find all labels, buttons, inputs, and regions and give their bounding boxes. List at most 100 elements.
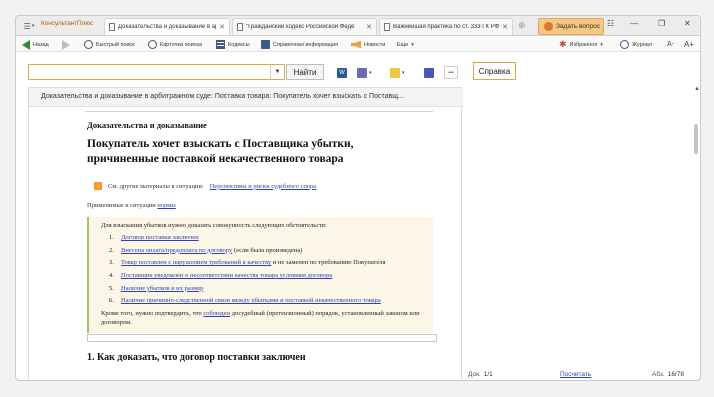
item-rest: и не заменен по требованию Покупателя xyxy=(271,259,386,267)
item-number: 6. xyxy=(109,297,114,305)
maximize-icon[interactable]: ❐ xyxy=(658,19,665,28)
item-link[interactable]: Договор поставки заключен xyxy=(121,234,199,241)
title-line-2: причиненные поставкой некачественного то… xyxy=(87,153,344,165)
list-item: 3. Товар поставлен с нарушением требовани… xyxy=(109,257,425,270)
item-number: 4. xyxy=(109,272,114,280)
tab-title: Важнейшая практика по ст. 333 ГК РФ xyxy=(393,24,500,30)
norms-link[interactable]: нормы xyxy=(157,202,175,209)
tab-document-1[interactable]: Доказательства и доказывание в арбитр ✕ xyxy=(104,18,230,35)
paragraph-counter-label: Абз. xyxy=(652,371,665,378)
help-button[interactable]: Справка xyxy=(473,62,516,80)
see-also-link[interactable]: Перспективы и риски судебного спора xyxy=(210,183,317,190)
item-link[interactable]: Наличие причинно-следственной связи межд… xyxy=(121,297,381,304)
font-decrease-button[interactable]: A- xyxy=(667,39,674,50)
document-icon xyxy=(109,23,115,31)
news-label: Новости xyxy=(364,41,386,48)
document-icon xyxy=(237,23,243,31)
search-card-button[interactable]: Карточка поиска xyxy=(148,39,202,50)
tab-document-3[interactable]: Важнейшая практика по ст. 333 ГК РФ ✕ xyxy=(379,18,513,35)
print-icon xyxy=(357,67,367,78)
quick-search-button[interactable]: Быстрый поиск xyxy=(84,39,135,50)
tab-title: "Гражданский кодекс Российской Феде xyxy=(246,24,355,30)
item-number: 5. xyxy=(109,284,114,292)
item-number: 1. xyxy=(109,234,114,241)
bookmark-icon xyxy=(390,67,400,78)
item-link[interactable]: Товар поставлен с нарушением требований … xyxy=(121,259,271,266)
main-menu-button[interactable]: ☰ ▾ xyxy=(19,19,39,33)
scroll-up-icon[interactable]: ▲ xyxy=(694,86,700,92)
search-history-dropdown[interactable]: ▼ xyxy=(270,64,285,80)
codes-icon xyxy=(216,40,225,49)
list-item: 1. Договор поставки заключен xyxy=(109,232,425,245)
more-label: Еще xyxy=(397,41,409,48)
item-link[interactable]: Поставщик уведомлен о несоответствии кач… xyxy=(121,272,332,279)
callout-intro: Для взыскания убытков нужно доказать сов… xyxy=(101,222,327,229)
minimize-icon[interactable]: — xyxy=(630,19,638,28)
close-icon[interactable]: ✕ xyxy=(366,23,372,31)
item-link[interactable]: Наличие убытков и их размер xyxy=(121,285,203,292)
document-icon xyxy=(384,23,390,31)
avatar-icon xyxy=(544,22,553,31)
back-arrow-icon xyxy=(22,39,30,50)
title-line-1: Покупатель хочет взыскать с Поставщика у… xyxy=(87,138,354,150)
ask-question-button[interactable]: Задать вопрос xyxy=(538,18,604,35)
item-link[interactable]: Внесена оплата/предоплата по договору xyxy=(121,247,232,254)
close-icon[interactable]: ✕ xyxy=(219,23,225,31)
word-export-button[interactable]: W xyxy=(337,66,347,79)
document-body: Доказательства и доказывание Покупатель … xyxy=(87,120,437,363)
megaphone-icon xyxy=(351,40,361,49)
app-logo[interactable]: КонсультантПлюс xyxy=(41,20,93,27)
comment-button[interactable] xyxy=(424,66,434,79)
word-icon: W xyxy=(337,67,347,78)
document-title: Покупатель хочет взыскать с Поставщика у… xyxy=(87,137,437,167)
doc-counter-value: 1/1 xyxy=(483,371,493,378)
reference-info-button[interactable]: Справочная информация xyxy=(261,39,338,50)
scrollbar-thumb[interactable] xyxy=(694,124,698,154)
more-button[interactable]: Еще ▾ xyxy=(397,39,414,50)
print-button[interactable]: ▾ xyxy=(357,66,372,79)
doc-counter: Док. 1/1 xyxy=(468,369,493,380)
font-increase-button[interactable]: A+ xyxy=(684,39,694,50)
news-button[interactable]: Новости xyxy=(351,39,385,50)
section-divider xyxy=(87,334,437,343)
quick-search-label: Быстрый поиск xyxy=(96,41,135,48)
arrow-right-icon: › xyxy=(94,182,102,190)
forward-arrow-icon xyxy=(62,39,70,50)
chevron-down-icon: ▾ xyxy=(31,23,35,29)
tab-strip: ☰ ▾ КонсультантПлюс Доказательства и дока… xyxy=(16,16,700,36)
item-rest: (если была произведена) xyxy=(232,246,303,254)
applied-norms: Применимые к ситуации нормы xyxy=(87,202,437,209)
find-button[interactable]: Найти xyxy=(286,64,324,80)
ask-question-label: Задать вопрос xyxy=(556,23,600,30)
chevron-down-icon: ▾ xyxy=(600,41,603,48)
back-button[interactable]: Назад xyxy=(22,39,49,50)
new-tab-icon[interactable]: ⊕ xyxy=(518,20,526,31)
settings-lines-icon[interactable]: ☷ xyxy=(607,19,614,28)
window-close-icon[interactable]: ✕ xyxy=(684,19,691,28)
favorites-button[interactable]: ✱ Избранное ▾ xyxy=(559,39,603,50)
pretrial-prefix: Кроме того, нужно подтвердить, что xyxy=(101,310,202,318)
forward-button[interactable] xyxy=(62,39,70,50)
reference-book-icon xyxy=(261,40,270,49)
chevron-down-icon: ▾ xyxy=(411,41,414,48)
search-input[interactable] xyxy=(28,64,285,80)
codes-button[interactable]: Кодексы xyxy=(216,39,250,50)
close-icon[interactable]: ✕ xyxy=(502,23,508,31)
heading-1: 1. Как доказать, что договор поставки за… xyxy=(87,352,306,364)
evidence-callout: Для взыскания убытков нужно доказать сов… xyxy=(87,217,433,334)
pretrial-link[interactable]: соблюден xyxy=(203,310,230,317)
journal-label: Журнал xyxy=(632,41,653,48)
applied-prefix: Применимые к ситуации xyxy=(87,202,156,209)
more-actions-button[interactable]: ••• xyxy=(444,66,458,79)
search-card-icon xyxy=(148,40,157,49)
hamburger-icon: ☰ xyxy=(23,21,31,31)
document-content: Доказательства и доказывание Покупатель … xyxy=(29,108,463,380)
count-link[interactable]: Посчитать xyxy=(560,369,591,380)
journal-button[interactable]: Журнал xyxy=(620,39,652,50)
favorites-label: Избранное xyxy=(569,41,598,48)
app-window: ☰ ▾ КонсультантПлюс Доказательства и дока… xyxy=(15,15,701,381)
favorites-star-icon: ✱ xyxy=(559,39,567,49)
bookmark-button[interactable]: ▾ xyxy=(390,66,405,79)
tab-document-2[interactable]: "Гражданский кодекс Российской Феде ✕ xyxy=(232,18,377,35)
chevron-down-icon: ▾ xyxy=(369,69,372,76)
